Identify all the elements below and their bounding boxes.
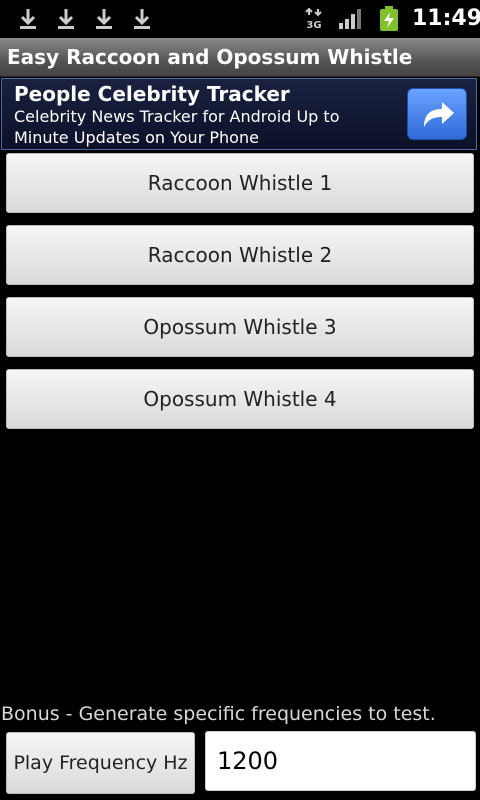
svg-text:3G: 3G: [306, 20, 321, 30]
ad-title: People Celebrity Tracker: [14, 82, 290, 106]
screen: 3G 11:49 Easy Raccoon and Opossum Whistl…: [0, 0, 480, 800]
ad-action-button[interactable]: [407, 88, 467, 140]
status-bar: 3G 11:49: [0, 0, 480, 38]
app-title: Easy Raccoon and Opossum Whistle: [7, 45, 413, 69]
bonus-label: Bonus - Generate specific frequencies to…: [1, 703, 436, 725]
raccoon-whistle-2-button[interactable]: Raccoon Whistle 2: [6, 225, 474, 285]
frequency-input[interactable]: 1200: [205, 731, 476, 791]
opossum-whistle-3-button[interactable]: Opossum Whistle 3: [6, 297, 474, 357]
signal-strength-icon: [338, 8, 364, 30]
network-3g-icon: 3G: [304, 7, 324, 31]
clock: 11:49: [412, 6, 480, 31]
opossum-whistle-4-button[interactable]: Opossum Whistle 4: [6, 369, 474, 429]
download-icon: [57, 8, 75, 30]
download-icon: [133, 8, 151, 30]
raccoon-whistle-1-button[interactable]: Raccoon Whistle 1: [6, 153, 474, 213]
download-icon: [19, 8, 37, 30]
ad-banner[interactable]: People Celebrity Tracker Celebrity News …: [1, 78, 477, 150]
download-icon: [95, 8, 113, 30]
share-arrow-icon: [424, 102, 454, 127]
play-frequency-button[interactable]: Play Frequency Hz: [6, 732, 195, 794]
title-bar: Easy Raccoon and Opossum Whistle: [0, 38, 480, 77]
ad-body: Celebrity News Tracker for Android Up to…: [14, 107, 340, 147]
battery-charging-icon: [379, 6, 399, 32]
